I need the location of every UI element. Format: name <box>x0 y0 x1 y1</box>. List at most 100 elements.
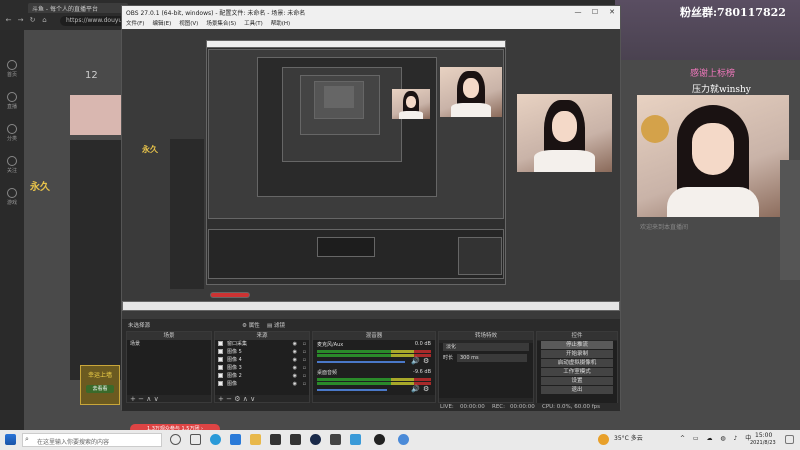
windows-start-icon[interactable] <box>5 434 16 445</box>
home-icon[interactable]: ⌂ <box>40 16 49 25</box>
app-icon[interactable] <box>290 434 301 445</box>
lock-icon[interactable]: ▫ <box>303 372 306 380</box>
list-item[interactable]: 图像 3 ◉ ▫ <box>215 364 309 372</box>
lock-icon[interactable]: ▫ <box>303 364 306 372</box>
tray-icons[interactable]: ^ ▭ ☁ ◍ ♪ 中 <box>680 433 754 442</box>
app-icon[interactable] <box>350 434 361 445</box>
down-icon[interactable]: ∨ <box>154 395 159 403</box>
list-item[interactable]: 图像 2 ◉ ▫ <box>215 372 309 380</box>
checkbox-icon[interactable] <box>218 341 223 346</box>
clock-date[interactable]: 2021/8/23 <box>750 440 776 446</box>
menu-file[interactable]: 文件(F) <box>122 18 148 28</box>
reload-icon[interactable]: ↻ <box>28 16 37 25</box>
start-recording-button[interactable]: 开始录制 <box>541 350 613 358</box>
maximize-button[interactable]: ☐ <box>587 6 603 18</box>
down-icon[interactable]: ∨ <box>250 395 255 403</box>
eye-icon[interactable]: ◉ <box>293 356 297 364</box>
obs-icon[interactable] <box>374 434 385 445</box>
add-icon[interactable]: + <box>218 395 224 403</box>
studio-mode-button[interactable]: 工作室模式 <box>541 368 613 376</box>
notification-icon[interactable] <box>785 435 794 444</box>
minimize-button[interactable]: — <box>570 6 586 18</box>
back-icon[interactable]: ← <box>4 16 13 25</box>
eye-icon[interactable]: ◉ <box>293 380 297 388</box>
browser-tab[interactable]: 斗鱼 - 每个人的直播平台 <box>28 3 128 13</box>
desktop-volume-slider[interactable]: 🔊 ⚙ <box>317 385 431 394</box>
eye-icon[interactable]: ◉ <box>293 348 297 356</box>
live-time: 00:00:00 <box>460 404 485 410</box>
app-icon[interactable] <box>330 434 341 445</box>
rec-time: 00:00:00 <box>510 404 535 410</box>
mail-icon[interactable] <box>230 434 241 445</box>
nested-mixer <box>317 237 375 257</box>
cortana-icon[interactable] <box>170 434 181 445</box>
transition-select[interactable]: 淡化 <box>443 343 529 351</box>
remove-icon[interactable]: − <box>226 395 232 403</box>
checkbox-icon[interactable] <box>218 349 223 354</box>
obs-menu-bar: 文件(F) 编辑(E) 视图(V) 场景集合(S) 工具(T) 帮助(H) <box>122 18 620 29</box>
task-view-icon[interactable] <box>190 434 201 445</box>
rail-item-live[interactable]: 直播 <box>3 92 21 114</box>
steam-icon[interactable] <box>310 434 321 445</box>
filters-button[interactable]: ▤ 滤镜 <box>267 321 285 329</box>
menu-help[interactable]: 帮助(H) <box>267 18 294 28</box>
mic-volume-slider[interactable]: 🔊 ⚙ <box>317 357 431 366</box>
lock-icon[interactable]: ▫ <box>303 356 306 364</box>
obs-preview[interactable]: 永久 <box>122 29 620 319</box>
eye-icon[interactable]: ◉ <box>293 340 297 348</box>
stop-streaming-button[interactable]: 停止推流 <box>541 341 613 349</box>
eye-icon[interactable]: ◉ <box>293 364 297 372</box>
menu-edit[interactable]: 编辑(E) <box>148 18 175 28</box>
sources-list[interactable]: 窗口采集 ◉ ▫ 图像 5 ◉ ▫ 图像 4 ◉ ▫ 图像 3 ◉ ▫ 图像 2 ◉ ▫ 图像 ◉ ▫ <box>215 340 309 395</box>
speaker-icon[interactable]: 🔊 <box>411 385 420 393</box>
list-item[interactable]: 窗口采集 ◉ ▫ <box>215 340 309 348</box>
menu-scene-collection[interactable]: 场景集合(S) <box>202 18 240 28</box>
lock-icon[interactable]: ▫ <box>303 348 306 356</box>
scenes-list[interactable]: 场景 <box>127 340 211 395</box>
forward-icon[interactable]: → <box>16 16 25 25</box>
checkbox-icon[interactable] <box>218 373 223 378</box>
eye-icon[interactable]: ◉ <box>293 372 297 380</box>
lucky-wall-sticker[interactable]: 幸运上墙 去看看 <box>80 365 120 405</box>
checkbox-icon[interactable] <box>218 365 223 370</box>
media-icon[interactable] <box>270 434 281 445</box>
taskbar-search-input[interactable]: 在这里输入你要搜索的内容 <box>22 433 162 447</box>
properties-button[interactable]: ⚙ 属性 <box>242 321 260 329</box>
gear-icon[interactable]: ⚙ <box>423 357 429 365</box>
gear-icon[interactable]: ⚙ <box>423 385 429 393</box>
file-explorer-icon[interactable] <box>250 434 261 445</box>
list-item[interactable]: 图像 ◉ ▫ <box>215 380 309 388</box>
clock-time[interactable]: 15:00 <box>755 432 772 439</box>
lock-icon[interactable]: ▫ <box>303 340 306 348</box>
remove-icon[interactable]: − <box>138 395 144 403</box>
list-item[interactable]: 场景 <box>127 340 211 348</box>
lock-icon[interactable]: ▫ <box>303 380 306 388</box>
close-button[interactable]: ✕ <box>604 6 620 18</box>
add-icon[interactable]: + <box>130 395 136 403</box>
settings-button[interactable]: 设置 <box>541 377 613 385</box>
list-item[interactable]: 图像 4 ◉ ▫ <box>215 356 309 364</box>
checkbox-icon[interactable] <box>218 381 223 386</box>
up-icon[interactable]: ∧ <box>243 395 248 403</box>
start-virtual-camera-button[interactable]: 启动虚拟摄像机 <box>541 359 613 367</box>
duration-input[interactable]: 300 ms <box>457 354 527 362</box>
game-icon <box>7 188 17 198</box>
browser-icon[interactable] <box>398 434 409 445</box>
menu-view[interactable]: 视图(V) <box>175 18 202 28</box>
list-item[interactable]: 图像 5 ◉ ▫ <box>215 348 309 356</box>
checkbox-icon[interactable] <box>218 357 223 362</box>
rail-item-category[interactable]: 分类 <box>3 124 21 146</box>
gear-icon[interactable]: ⚙ <box>234 395 240 403</box>
exit-button[interactable]: 退出 <box>541 386 613 394</box>
go-see-button[interactable]: 去看看 <box>86 385 114 393</box>
sources-dock: 来源 窗口采集 ◉ ▫ 图像 5 ◉ ▫ 图像 4 ◉ ▫ 图像 3 ◉ ▫ 图像 2 ◉ ▫ 图像… <box>214 331 310 403</box>
rail-item-home[interactable]: 首页 <box>3 60 21 82</box>
edge-icon[interactable] <box>210 434 221 445</box>
up-icon[interactable]: ∧ <box>146 395 151 403</box>
weather-text[interactable]: 35°C 多云 <box>614 433 643 442</box>
speaker-icon[interactable]: 🔊 <box>411 357 420 365</box>
menu-tools[interactable]: 工具(T) <box>240 18 267 28</box>
rail-item-follow[interactable]: 关注 <box>3 156 21 178</box>
rail-item-game[interactable]: 游戏 <box>3 188 21 210</box>
scene-toolbar: 未选择源 ⚙ 属性 ▤ 滤镜 <box>122 319 620 329</box>
